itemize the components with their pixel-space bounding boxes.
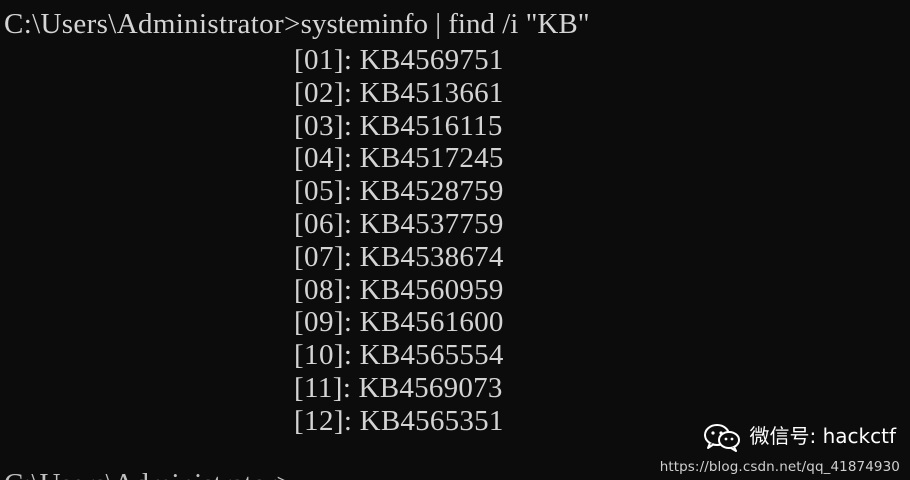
hotfix-index: [07]: xyxy=(294,240,353,273)
hotfix-index: [01]: xyxy=(294,44,353,76)
hotfix-item: [11]: KB4569073 xyxy=(294,372,504,405)
hotfix-index: [09]: xyxy=(294,306,353,339)
hotfix-item: [03]: KB4516115 xyxy=(294,110,504,143)
wechat-watermark: 微信号: hackctf xyxy=(702,420,896,453)
command-text: systeminfo | find /i "KB" xyxy=(300,8,590,40)
hotfix-item: [12]: KB4565351 xyxy=(294,405,504,438)
console-window[interactable]: C:\Users\Administrator>systeminfo | find… xyxy=(0,0,910,480)
hotfix-index: [12]: xyxy=(294,404,353,437)
hotfix-index: [10]: xyxy=(294,339,353,372)
hotfix-item: [09]: KB4561600 xyxy=(294,306,504,339)
watermark-account: 微信号: hackctf xyxy=(749,424,896,448)
hotfix-kb: KB4528759 xyxy=(359,175,504,208)
hotfix-item: [07]: KB4538674 xyxy=(294,241,504,274)
prompt-path: C:\Users\Administrator> xyxy=(4,8,301,40)
hotfix-item: [04]: KB4517245 xyxy=(294,142,504,175)
next-prompt: C:\Users\Administrator> xyxy=(4,468,293,480)
hotfix-kb: KB4538674 xyxy=(359,240,504,273)
hotfix-index: [03]: xyxy=(294,109,353,142)
hotfix-kb: KB4560959 xyxy=(359,273,504,306)
hotfix-kb: KB4513661 xyxy=(359,76,504,109)
command-line: C:\Users\Administrator>systeminfo | find… xyxy=(4,8,590,41)
hotfix-kb: KB4561600 xyxy=(359,306,504,339)
hotfix-kb: KB4565351 xyxy=(359,404,504,437)
hotfix-kb: KB4565554 xyxy=(359,339,504,372)
hotfix-kb: KB4569751 xyxy=(359,44,504,76)
hotfix-kb: KB4537759 xyxy=(359,207,504,240)
hotfix-index: [08]: xyxy=(294,273,353,306)
hotfix-kb: KB4517245 xyxy=(359,142,504,175)
hotfix-item: [01]: KB4569751 xyxy=(294,44,504,77)
wechat-icon xyxy=(703,423,740,452)
hotfix-index: [02]: xyxy=(294,76,353,109)
hotfix-item: [08]: KB4560959 xyxy=(294,274,504,307)
hotfix-item: [06]: KB4537759 xyxy=(294,208,504,241)
hotfix-item: [05]: KB4528759 xyxy=(294,175,504,208)
hotfix-kb: KB4516115 xyxy=(359,109,503,142)
hotfix-item: [10]: KB4565554 xyxy=(294,339,504,372)
hotfix-list: [01]: KB4569751 [02]: KB4513661 [03]: KB… xyxy=(294,44,504,438)
watermark-url: https://blog.csdn.net/qq_41874930 xyxy=(659,459,900,475)
hotfix-index: [04]: xyxy=(294,142,353,175)
hotfix-item: [02]: KB4513661 xyxy=(294,77,504,110)
hotfix-index: [11]: xyxy=(294,371,352,404)
hotfix-kb: KB4569073 xyxy=(358,371,503,404)
hotfix-index: [05]: xyxy=(294,175,353,208)
hotfix-index: [06]: xyxy=(294,207,353,240)
